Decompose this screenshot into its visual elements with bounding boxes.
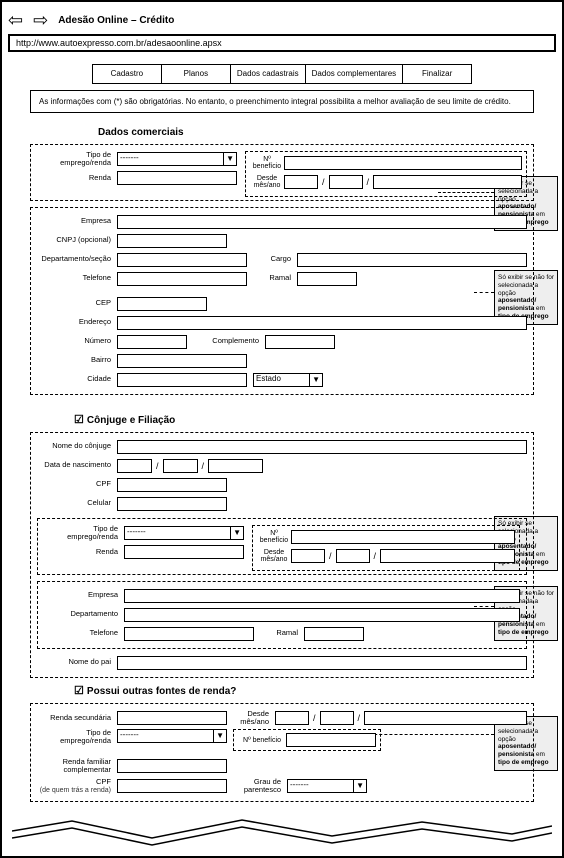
input-conj-celular[interactable]	[117, 497, 227, 511]
form-comerciais: Tipo de emprego/renda ------- Renda Nº b…	[30, 144, 534, 395]
label-conj-beneficio: Nº benefício	[257, 530, 291, 544]
input-conj-telefone[interactable]	[124, 627, 254, 641]
input-conj-beneficio[interactable]	[291, 530, 515, 544]
info-box: As informações com (*) são obrigatórias.…	[30, 90, 534, 113]
label-tipo-emprego: Tipo de emprego/renda	[37, 151, 117, 168]
label-conj-celular: Celular	[37, 499, 117, 507]
tab-cadastro[interactable]: Cadastro	[92, 64, 162, 84]
label-bairro: Bairro	[37, 356, 117, 364]
label-desde: Desde mês/ano	[250, 175, 284, 189]
url-bar[interactable]: http://www.autoexpresso.com.br/adesaoonl…	[8, 34, 556, 52]
select-tipo-emprego[interactable]: -------	[117, 152, 237, 166]
input-conj-desde-a[interactable]	[336, 549, 370, 563]
label-conj-desde: Desde mês/ano	[257, 549, 291, 563]
select-estado[interactable]: Estado	[253, 373, 323, 387]
input-endereco[interactable]	[117, 316, 527, 330]
label-pai: Nome do pai	[37, 658, 117, 666]
input-numero[interactable]	[117, 335, 187, 349]
section-title-outras[interactable]: Possui outras fontes de renda?	[74, 684, 552, 697]
label-telefone: Telefone	[37, 274, 117, 282]
label-conj-tipo: Tipo de emprego/renda	[44, 525, 124, 542]
input-empresa[interactable]	[117, 215, 527, 229]
input-cep[interactable]	[117, 297, 207, 311]
label-conj-depto: Departamento	[44, 610, 124, 618]
label-out-desde: Desde mês/ano	[227, 710, 275, 727]
input-nome-conjuge[interactable]	[117, 440, 527, 454]
label-cargo: Cargo	[247, 255, 297, 263]
label-conj-renda: Renda	[44, 548, 124, 556]
input-nasc-a[interactable]	[208, 459, 263, 473]
input-renda-secundaria[interactable]	[117, 711, 227, 725]
label-grau: Grau de parentesco	[227, 778, 287, 795]
input-desde-extra[interactable]	[373, 175, 522, 189]
label-beneficio: Nº benefício	[250, 156, 284, 170]
input-beneficio[interactable]	[284, 156, 522, 170]
input-desde-mes[interactable]	[284, 175, 318, 189]
input-conj-desde-m[interactable]	[291, 549, 325, 563]
label-nome-conjuge: Nome do cônjuge	[37, 442, 117, 450]
select-grau[interactable]: -------	[287, 779, 367, 793]
label-conj-cpf: CPF	[37, 480, 117, 488]
input-conj-renda[interactable]	[124, 545, 244, 559]
tab-dados-complementares[interactable]: Dados complementares	[305, 64, 403, 84]
input-out-desde-a[interactable]	[320, 711, 354, 725]
label-out-tipo: Tipo de emprego/renda	[37, 729, 117, 746]
window-title: Adesão Online – Crédito	[58, 15, 174, 26]
input-bairro[interactable]	[117, 354, 247, 368]
input-conj-empresa[interactable]	[124, 589, 520, 603]
input-renda-familiar[interactable]	[117, 759, 227, 773]
input-renda[interactable]	[117, 171, 237, 185]
torn-edge	[12, 816, 552, 846]
input-cargo[interactable]	[297, 253, 527, 267]
select-out-tipo[interactable]: -------	[117, 729, 227, 743]
form-outras: Renda secundária Desde mês/ano / / Tipo …	[30, 703, 534, 802]
input-conj-depto[interactable]	[124, 608, 520, 622]
tab-planos[interactable]: Planos	[161, 64, 231, 84]
input-out-desde-m[interactable]	[275, 711, 309, 725]
label-conj-ramal: Ramal	[254, 629, 304, 637]
form-conjuge: Nome do cônjuge Data de nascimento / / C…	[30, 432, 534, 678]
forward-button[interactable]: ⇨	[33, 10, 48, 31]
input-out-desde-x[interactable]	[364, 711, 527, 725]
section-title-conjuge[interactable]: Cônjuge e Filiação	[74, 413, 552, 426]
input-conj-desde-x[interactable]	[380, 549, 515, 563]
input-desde-ano[interactable]	[329, 175, 363, 189]
label-cidade: Cidade	[37, 375, 117, 383]
tabs: Cadastro Planos Dados cadastrais Dados c…	[12, 64, 552, 84]
input-pai[interactable]	[117, 656, 527, 670]
input-out-beneficio[interactable]	[286, 733, 376, 747]
label-endereco: Endereço	[37, 318, 117, 326]
input-complemento[interactable]	[265, 335, 335, 349]
input-nasc-m[interactable]	[163, 459, 198, 473]
tab-dados-cadastrais[interactable]: Dados cadastrais	[230, 64, 306, 84]
label-numero: Número	[37, 337, 117, 345]
label-out-beneficio: Nº benefício	[238, 737, 286, 744]
label-conj-empresa: Empresa	[44, 591, 124, 599]
label-out-cpf: CPF (de quem trás a renda)	[37, 778, 117, 795]
back-button[interactable]: ⇦	[8, 10, 23, 31]
input-out-cpf[interactable]	[117, 779, 227, 793]
section-title-comerciais: Dados comerciais	[98, 127, 552, 138]
input-cidade[interactable]	[117, 373, 247, 387]
label-complemento: Complemento	[187, 337, 265, 345]
label-renda: Renda	[37, 174, 117, 182]
label-cep: CEP	[37, 299, 117, 307]
label-renda-secundaria: Renda secundária	[37, 714, 117, 722]
tab-finalizar[interactable]: Finalizar	[402, 64, 472, 84]
input-conj-cpf[interactable]	[117, 478, 227, 492]
select-conj-tipo[interactable]: -------	[124, 526, 244, 540]
label-conj-telefone: Telefone	[44, 629, 124, 637]
input-depto[interactable]	[117, 253, 247, 267]
label-ramal: Ramal	[247, 274, 297, 282]
label-nascimento: Data de nascimento	[37, 461, 117, 469]
input-conj-ramal[interactable]	[304, 627, 364, 641]
label-renda-familiar: Renda familiar complementar	[37, 758, 117, 775]
input-telefone[interactable]	[117, 272, 247, 286]
label-cnpj: CNPJ (opcional)	[37, 236, 117, 244]
input-nasc-d[interactable]	[117, 459, 152, 473]
label-empresa: Empresa	[37, 217, 117, 225]
input-cnpj[interactable]	[117, 234, 227, 248]
label-depto: Departamento/seção	[37, 255, 117, 263]
input-ramal[interactable]	[297, 272, 357, 286]
